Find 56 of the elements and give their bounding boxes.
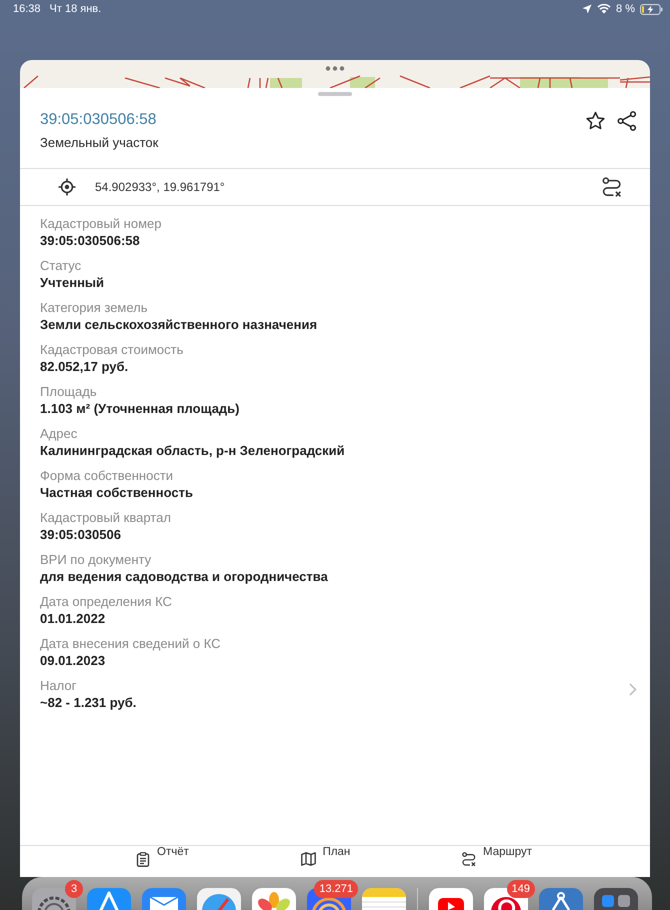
field-label: Форма собственности [40,467,174,484]
field-label: Дата определения КС [40,593,172,610]
coordinates-text: 54.902933°, 19.961791° [95,180,225,194]
app-icon[interactable] [142,888,186,910]
star-icon[interactable] [585,111,606,131]
field-label: Дата внесения сведений о КС [40,635,221,652]
route-icon[interactable] [602,176,622,198]
field-label: Кадастровый номер [40,215,162,232]
app-icon[interactable] [539,888,583,910]
field-value: ~82 - 1.231 руб. [40,694,136,711]
battery-charging-icon [640,4,663,14]
field-value: 82.052,17 руб. [40,358,128,375]
toolbar-button[interactable]: Отчёт [136,846,189,867]
field-value: Частная собственность [40,484,193,501]
field-value: Земли сельскохозяйственного назначения [40,316,318,333]
field-value: для ведения садоводства и огородничества [40,568,328,585]
route-icon [462,852,476,867]
map-icon [300,852,316,866]
app-icon[interactable] [429,888,473,910]
parcel-number-title: 39:05:030506:58 [40,110,156,130]
object-type-subtitle: Земельный участок [40,134,158,152]
status-date: Чт 18 янв. [50,2,102,16]
field-value: 39:05:030506:58 [40,232,140,249]
wifi-icon [597,4,612,14]
toolbar-button[interactable]: Маршрут [462,846,532,867]
drag-handle[interactable] [318,92,352,96]
toolbar-button[interactable]: План [300,846,350,866]
grip-dots-icon[interactable] [325,66,345,71]
field-value: Учтенный [40,274,104,291]
field-value: Калининградская область, р-н Зеленоградский [40,442,345,459]
field-value: 09.01.2023 [40,652,106,669]
app-icon[interactable] [252,888,296,910]
field-label: Адрес [40,425,78,442]
status-time: 16:38 [13,2,41,16]
clipboard-icon [136,852,150,867]
field-value: 01.01.2022 [40,610,106,627]
field-label: Кадастровый квартал [40,509,171,526]
field-label: Площадь [40,383,97,400]
crosshair-icon[interactable] [58,178,76,196]
app-icon[interactable] [87,888,131,910]
app-icon[interactable] [594,888,638,910]
notification-badge: 3 [65,880,83,898]
location-arrow-icon [582,4,592,14]
field-label: Категория земель [40,299,148,316]
field-label: Налог [40,677,76,694]
field-label: Кадастровая стоимость [40,341,184,358]
notification-badge: 149 [506,880,535,898]
app-icon[interactable] [362,888,406,910]
battery-percent: 8 % [616,2,635,16]
share-icon[interactable] [617,111,637,131]
field-value: 1.103 м² (Уточненная площадь) [40,400,240,417]
field-label: ВРИ по документу [40,551,152,568]
notification-badge: 13.271 [314,880,358,898]
app-icon[interactable] [197,888,241,910]
field-value: 39:05:030506 [40,526,121,543]
field-label: Статус [40,257,82,274]
